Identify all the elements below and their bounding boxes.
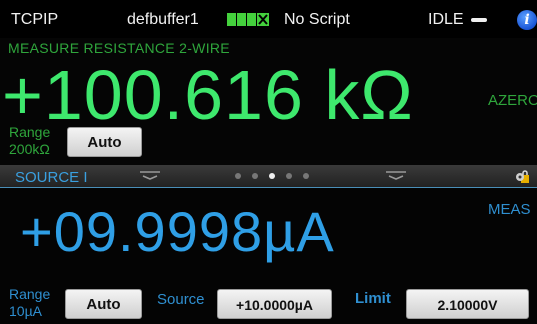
buffer-gauge-segment (227, 13, 236, 26)
swipe-page-dot (235, 173, 241, 179)
source-label: Source (157, 291, 205, 308)
source-reading: +09.9998µA (20, 200, 335, 263)
source-range-label: Range 10µA (9, 286, 50, 320)
swipe-page-dot-active (269, 173, 275, 179)
state-indicator[interactable]: IDLE (428, 11, 464, 29)
swipe-handle-left-icon[interactable] (139, 170, 161, 180)
swipe-handle-right-icon[interactable] (385, 170, 407, 180)
measure-range-value: 200kΩ (9, 141, 50, 157)
script-indicator[interactable]: No Script (284, 11, 350, 29)
source-range-value: 10µA (9, 303, 42, 319)
buffer-gauge[interactable] (227, 13, 269, 26)
limit-label: Limit (355, 290, 391, 307)
measure-range-auto-button[interactable]: Auto (67, 127, 142, 157)
buffer-gauge-segment (237, 13, 246, 26)
swipe-page-dot (286, 173, 292, 179)
buffer-gauge-end-icon (257, 13, 269, 26)
source-range-auto-button[interactable]: Auto (65, 289, 142, 319)
buffer-gauge-segment (247, 13, 256, 26)
measure-range-caption: Range (9, 124, 51, 140)
measure-range-label: Range 200kΩ (9, 124, 50, 158)
limit-value-button[interactable]: 2.10000V (406, 289, 529, 319)
idle-bar-icon (471, 18, 487, 22)
source-value-button[interactable]: +10.0000µA (217, 289, 332, 319)
meas-indicator[interactable]: MEAS (488, 201, 531, 218)
measure-function-title[interactable]: MEASURE RESISTANCE 2-WIRE (8, 40, 230, 56)
swipe-page-dot (303, 173, 309, 179)
measure-reading: +100.616 kΩ (2, 56, 414, 134)
swipe-screen-title: SOURCE I (15, 169, 88, 186)
buffer-name[interactable]: defbuffer1 (127, 11, 199, 29)
interface-indicator[interactable]: TCPIP (11, 11, 58, 29)
source-range-caption: Range (9, 286, 51, 302)
swipe-page-dot (252, 173, 258, 179)
settings-lock-icon[interactable] (514, 168, 530, 184)
info-icon[interactable]: i (517, 10, 537, 30)
azero-indicator[interactable]: AZERO (488, 92, 537, 109)
